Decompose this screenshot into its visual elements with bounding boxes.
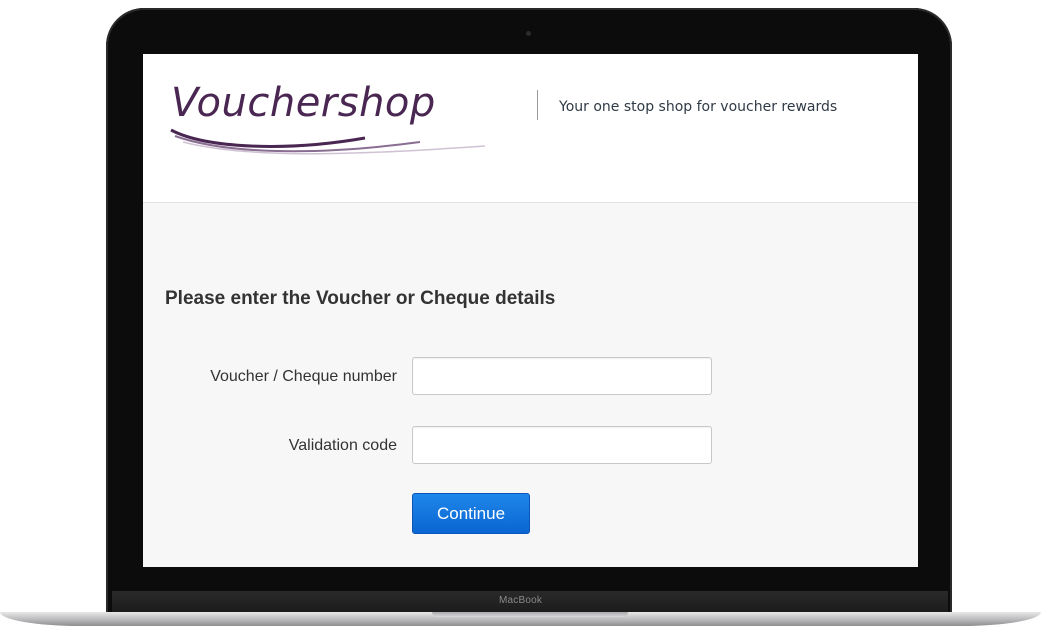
camera-dot xyxy=(526,31,531,36)
validation-code-row: Validation code xyxy=(143,426,918,466)
site-tagline: Your one stop shop for voucher rewards xyxy=(559,99,838,115)
form-title: Please enter the Voucher or Cheque detai… xyxy=(165,288,556,309)
voucher-number-input[interactable] xyxy=(412,357,712,395)
header-divider xyxy=(537,90,538,120)
vouchershop-logo[interactable]: Vouchershop xyxy=(165,74,525,155)
voucher-number-row: Voucher / Cheque number xyxy=(143,357,918,397)
browser-screen: Vouchershop Your one stop shop for vouch… xyxy=(143,54,918,567)
laptop-mockup: Vouchershop Your one stop shop for vouch… xyxy=(0,0,1041,634)
laptop-notch xyxy=(432,612,628,617)
logo-text: Vouchershop xyxy=(171,80,436,126)
validation-code-input[interactable] xyxy=(412,426,712,464)
site-header: Vouchershop Your one stop shop for vouch… xyxy=(143,54,918,203)
validation-code-label: Validation code xyxy=(288,437,397,454)
logo-swoosh-icon xyxy=(170,128,486,155)
device-brand-label: MacBook xyxy=(498,595,543,606)
voucher-number-label: Voucher / Cheque number xyxy=(210,368,397,385)
continue-button[interactable]: Continue xyxy=(412,493,530,534)
